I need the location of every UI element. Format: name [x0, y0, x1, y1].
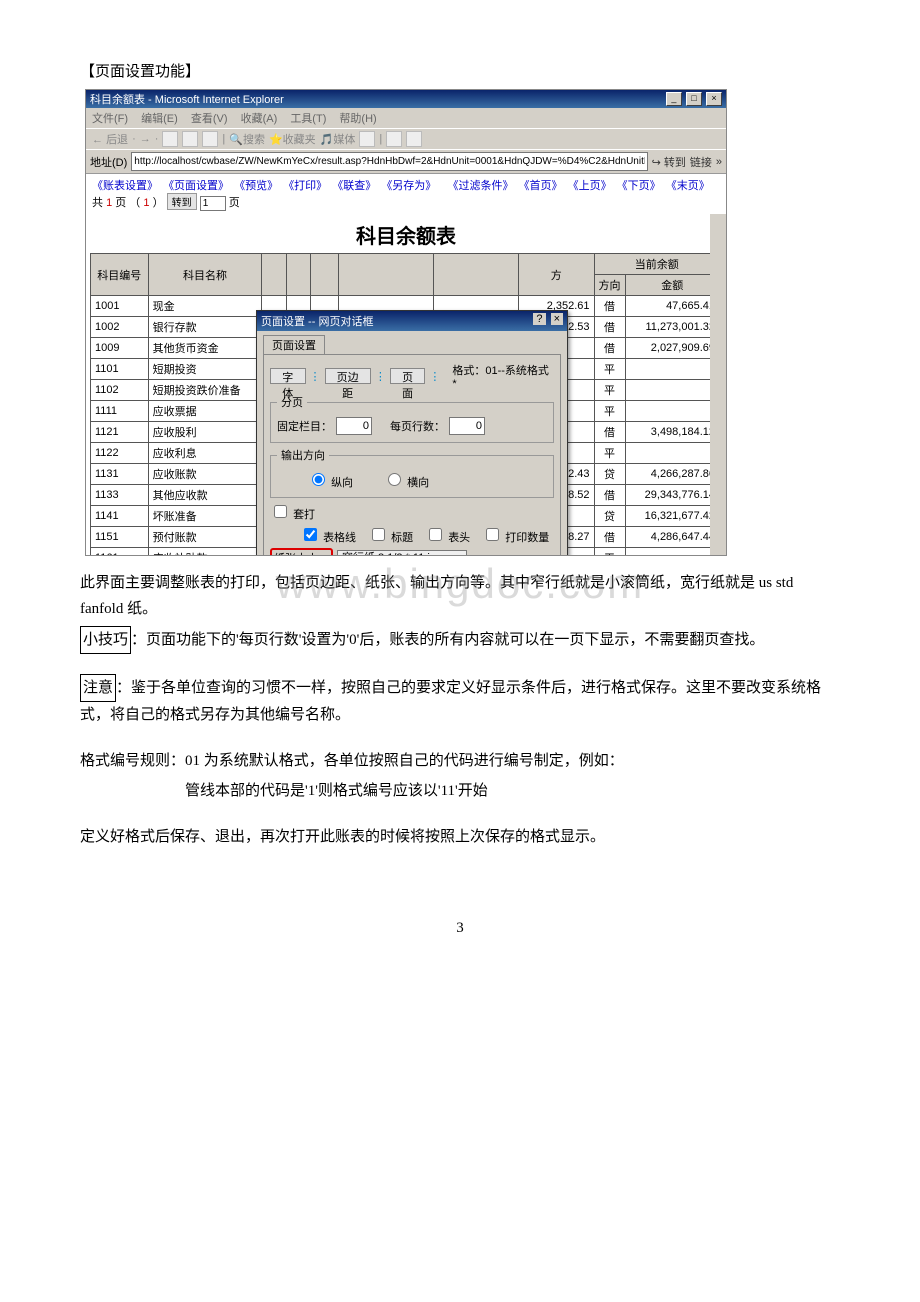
maximize-button[interactable]: □ [686, 92, 702, 106]
page-total: 1 [106, 197, 112, 209]
margin-button[interactable]: 页边距 [325, 368, 371, 384]
paragraph: 格式编号规则：01 为系统默认格式，各单位按照自己的代码进行编号制定，例如： [80, 748, 840, 774]
radio-portrait[interactable]: 纵向 [307, 470, 353, 490]
browser-toolbar: ← 后退 ·→· | 🔍搜索 ⭐收藏夹 🎵媒体 | [86, 128, 726, 149]
minimize-button[interactable]: _ [666, 92, 682, 106]
home-icon[interactable] [202, 131, 218, 147]
nav-next[interactable]: 《下页》 [617, 180, 661, 192]
nav-last[interactable]: 《末页》 [666, 180, 710, 192]
vertical-scrollbar[interactable] [710, 214, 726, 556]
tip-label: 小技巧 [80, 626, 131, 654]
nav-filter[interactable]: 《过滤条件》 [447, 180, 513, 192]
menu-fav[interactable]: 收藏(A) [241, 113, 278, 125]
paragraph: 管线本部的代码是'1'则格式编号应该以'11'开始 [80, 778, 840, 804]
history-icon[interactable] [359, 131, 375, 147]
back-button[interactable]: ← 后退 [92, 131, 128, 147]
links-button[interactable]: 链接 [690, 154, 712, 170]
tab-page-setup[interactable]: 页面设置 [263, 335, 325, 354]
page-setup-dialog: 页面设置 -- 网页对话框 ? × 页面设置 字体 ⋮ 页边距 ⋮ 页面 [256, 310, 568, 556]
page-button[interactable]: 页面 [390, 368, 426, 384]
menu-view[interactable]: 查看(V) [191, 113, 228, 125]
window-title: 科目余额表 - Microsoft Internet Explorer [90, 91, 284, 107]
nav-save-as[interactable]: 《另存为》 [381, 180, 436, 192]
nav-page-settings[interactable]: 《页面设置》 [163, 180, 229, 192]
page-text: 共 [92, 197, 103, 209]
page-text3: ） [153, 197, 164, 209]
menu-help[interactable]: 帮助(H) [339, 113, 376, 125]
paragraph: 此界面主要调整账表的打印，包括页边距、纸张、输出方向等。其中窄行纸就是小滚筒纸，… [80, 570, 840, 622]
jump-button[interactable]: 转到 [167, 193, 197, 210]
nav-first[interactable]: 《首页》 [519, 180, 563, 192]
search-button[interactable]: 🔍搜索 [229, 131, 265, 147]
page-text2: 页 （ [115, 197, 140, 209]
group-paging: 分页 固定栏目： 每页行数： [270, 394, 554, 443]
fixed-col-label: 固定栏目： [277, 418, 332, 434]
cb-qty[interactable]: 打印数量 [482, 525, 549, 545]
window-titlebar: 科目余额表 - Microsoft Internet Explorer _ □ … [86, 90, 726, 108]
menu-bar[interactable]: 文件(F) 编辑(E) 查看(V) 收藏(A) 工具(T) 帮助(H) [86, 108, 726, 128]
report-area: 科目余额表 科目编号 科目名称 方 当前余额 方向 金额 1001现 [86, 214, 726, 556]
col-current-balance: 当前余额 [594, 254, 719, 275]
nav-link-query[interactable]: 《联查》 [332, 180, 376, 192]
report-nav: 《账表设置》 《页面设置》 《预览》 《打印》 《联查》 《另存为》 《过滤条件… [86, 173, 726, 214]
nav-print[interactable]: 《打印》 [283, 180, 327, 192]
section-heading: 【页面设置功能】 [80, 60, 840, 81]
report-title: 科目余额表 [86, 214, 726, 253]
address-input[interactable] [131, 152, 647, 171]
mail-icon[interactable] [386, 131, 402, 147]
refresh-icon[interactable] [182, 131, 198, 147]
col-dir: 方向 [594, 275, 625, 296]
paragraph: 定义好格式后保存、退出，再次打开此账表的时候将按照上次保存的格式显示。 [80, 824, 840, 850]
dialog-help-button[interactable]: ? [533, 313, 545, 325]
menu-edit[interactable]: 编辑(E) [141, 113, 178, 125]
col-name: 科目名称 [148, 254, 262, 296]
nav-prev[interactable]: 《上页》 [568, 180, 612, 192]
body-text: 此界面主要调整账表的打印，包括页边距、纸张、输出方向等。其中窄行纸就是小滚筒纸，… [80, 570, 840, 850]
dialog-title: 页面设置 -- 网页对话框 [261, 313, 373, 329]
go-button[interactable]: ↪ 转到 [652, 154, 686, 170]
group-paging-legend: 分页 [277, 394, 307, 410]
format-label: 格式：01--系统格式 * [452, 362, 554, 390]
page-suffix: 页 [229, 197, 240, 209]
rows-per-page-input[interactable] [449, 417, 485, 435]
cb-grid[interactable]: 表格线 [300, 525, 356, 545]
note-label: 注意 [80, 674, 116, 702]
menu-file[interactable]: 文件(F) [92, 113, 128, 125]
address-label: 地址(D) [90, 154, 127, 170]
page-number: 3 [80, 920, 840, 937]
media-button[interactable]: 🎵媒体 [320, 131, 356, 147]
cb-roll[interactable]: 套打 [270, 502, 315, 522]
group-output-legend: 输出方向 [277, 447, 329, 463]
close-button[interactable]: × [706, 92, 722, 106]
radio-landscape[interactable]: 横向 [383, 470, 429, 490]
page-current: 1 [143, 197, 149, 209]
paragraph: 小技巧：页面功能下的'每页行数'设置为'0'后，账表的所有内容就可以在一页下显示… [80, 626, 840, 654]
fixed-col-input[interactable] [336, 417, 372, 435]
print-icon[interactable] [406, 131, 422, 147]
nav-table-settings[interactable]: 《账表设置》 [92, 180, 158, 192]
nav-preview[interactable]: 《预览》 [234, 180, 278, 192]
rows-per-page-label: 每页行数： [390, 418, 445, 434]
cb-title[interactable]: 标题 [368, 525, 413, 545]
paper-size-label: 纸张大小： [270, 548, 333, 556]
col-code: 科目编号 [91, 254, 149, 296]
stop-icon[interactable] [162, 131, 178, 147]
font-button[interactable]: 字体 [270, 368, 306, 384]
favorites-button[interactable]: ⭐收藏夹 [269, 131, 316, 147]
menu-tools[interactable]: 工具(T) [290, 113, 326, 125]
col-extra: 方 [519, 254, 595, 296]
dialog-close-button[interactable]: × [551, 313, 563, 325]
paper-size-select[interactable]: 窄行纸 8 1/2 * 11 in [337, 550, 467, 556]
group-output: 输出方向 纵向 横向 [270, 447, 554, 498]
col-amount: 金额 [625, 275, 719, 296]
paragraph: 注意：鉴于各单位查询的习惯不一样，按照自己的要求定义好显示条件后，进行格式保存。… [80, 674, 840, 728]
screenshot-container: 科目余额表 - Microsoft Internet Explorer _ □ … [85, 89, 727, 556]
address-bar: 地址(D) ↪ 转到 链接» [86, 149, 726, 173]
jump-input[interactable] [200, 196, 226, 211]
cb-head[interactable]: 表头 [425, 525, 470, 545]
